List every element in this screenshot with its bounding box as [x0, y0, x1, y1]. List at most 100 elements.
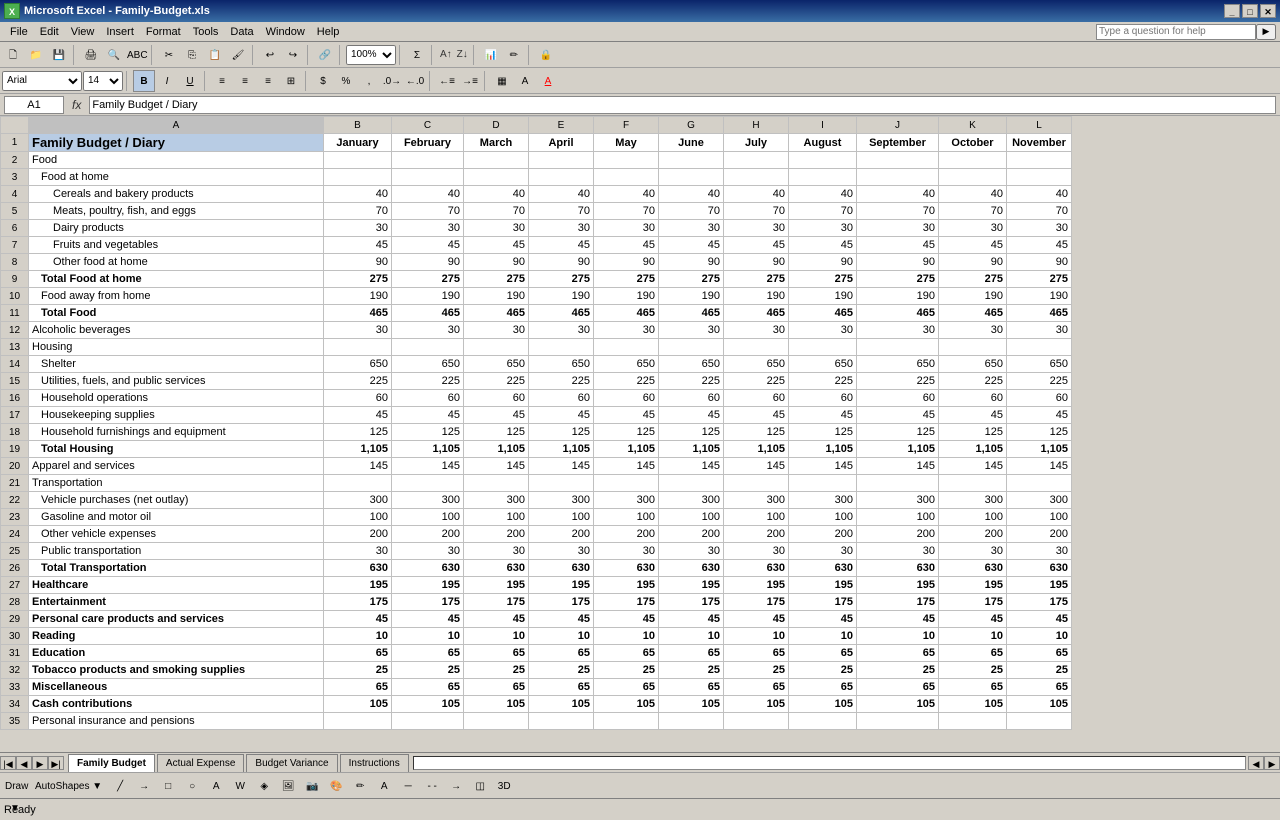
cell-e28[interactable]: 175 [529, 594, 594, 611]
cell-g24[interactable]: 200 [659, 526, 724, 543]
cell-h8[interactable]: 90 [724, 254, 789, 271]
cell-c21[interactable] [392, 475, 464, 492]
cell-j4[interactable]: 40 [857, 186, 939, 203]
col-header-g[interactable]: G [659, 117, 724, 134]
cell-h18[interactable]: 125 [724, 424, 789, 441]
cell-h12[interactable]: 30 [724, 322, 789, 339]
cell-f31[interactable]: 65 [594, 645, 659, 662]
cell-i17[interactable]: 45 [789, 407, 857, 424]
cell-l28[interactable]: 175 [1007, 594, 1072, 611]
cell-h30[interactable]: 10 [724, 628, 789, 645]
cell-j8[interactable]: 90 [857, 254, 939, 271]
tab-instructions[interactable]: Instructions [340, 754, 409, 772]
cell-e21[interactable] [529, 475, 594, 492]
cell-a28[interactable]: Entertainment [29, 594, 324, 611]
cell-j17[interactable]: 45 [857, 407, 939, 424]
cell-g6[interactable]: 30 [659, 220, 724, 237]
cell-a34[interactable]: Cash contributions [29, 696, 324, 713]
cell-l9[interactable]: 275 [1007, 271, 1072, 288]
cell-g10[interactable]: 190 [659, 288, 724, 305]
cell-i1[interactable]: August [789, 134, 857, 152]
cell-b1[interactable]: January [324, 134, 392, 152]
menu-data[interactable]: Data [224, 24, 259, 40]
cell-i2[interactable] [789, 152, 857, 169]
cell-e10[interactable]: 190 [529, 288, 594, 305]
cell-i20[interactable]: 145 [789, 458, 857, 475]
cell-l24[interactable]: 200 [1007, 526, 1072, 543]
cell-l30[interactable]: 10 [1007, 628, 1072, 645]
merge-center-button[interactable]: ⊞ [280, 70, 302, 92]
cell-b3[interactable] [324, 169, 392, 186]
cell-f12[interactable]: 30 [594, 322, 659, 339]
italic-button[interactable]: I [156, 70, 178, 92]
cell-h9[interactable]: 275 [724, 271, 789, 288]
cell-c6[interactable]: 30 [392, 220, 464, 237]
cell-e23[interactable]: 100 [529, 509, 594, 526]
col-header-j[interactable]: J [857, 117, 939, 134]
cell-k4[interactable]: 40 [939, 186, 1007, 203]
cell-e25[interactable]: 30 [529, 543, 594, 560]
cell-a30[interactable]: Reading [29, 628, 324, 645]
cell-g4[interactable]: 40 [659, 186, 724, 203]
cell-j23[interactable]: 100 [857, 509, 939, 526]
cell-j29[interactable]: 45 [857, 611, 939, 628]
menu-window[interactable]: Window [260, 24, 311, 40]
cell-h2[interactable] [724, 152, 789, 169]
cell-c22[interactable]: 300 [392, 492, 464, 509]
cell-g16[interactable]: 60 [659, 390, 724, 407]
cell-g27[interactable]: 195 [659, 577, 724, 594]
row-header-27[interactable]: 27 [1, 577, 29, 594]
dash-style-button[interactable]: - - [421, 775, 443, 797]
align-right-button[interactable]: ≡ [257, 70, 279, 92]
cell-h13[interactable] [724, 339, 789, 356]
increase-decimal-button[interactable]: .0→ [381, 70, 403, 92]
cell-b31[interactable]: 65 [324, 645, 392, 662]
cell-l3[interactable] [1007, 169, 1072, 186]
cell-d33[interactable]: 65 [464, 679, 529, 696]
cell-e22[interactable]: 300 [529, 492, 594, 509]
cell-j22[interactable]: 300 [857, 492, 939, 509]
cell-j31[interactable]: 65 [857, 645, 939, 662]
cell-d31[interactable]: 65 [464, 645, 529, 662]
cell-b27[interactable]: 195 [324, 577, 392, 594]
bold-button[interactable]: B [133, 70, 155, 92]
cell-a10[interactable]: Food away from home [29, 288, 324, 305]
cell-i9[interactable]: 275 [789, 271, 857, 288]
format-painter-button[interactable]: 🖌 [227, 44, 249, 66]
cell-k34[interactable]: 105 [939, 696, 1007, 713]
cell-c27[interactable]: 195 [392, 577, 464, 594]
cell-g22[interactable]: 300 [659, 492, 724, 509]
cell-l17[interactable]: 45 [1007, 407, 1072, 424]
copy-button[interactable]: ⎘ [181, 44, 203, 66]
cell-h5[interactable]: 70 [724, 203, 789, 220]
line-style-button[interactable]: ─ [397, 775, 419, 797]
drawing-button[interactable]: ✏ [503, 44, 525, 66]
col-header-f[interactable]: F [594, 117, 659, 134]
row-header-23[interactable]: 23 [1, 509, 29, 526]
cell-h17[interactable]: 45 [724, 407, 789, 424]
cell-b32[interactable]: 25 [324, 662, 392, 679]
cell-f20[interactable]: 145 [594, 458, 659, 475]
row-header-1[interactable]: 1 [1, 134, 29, 152]
cell-e30[interactable]: 10 [529, 628, 594, 645]
tab-budget-variance[interactable]: Budget Variance [246, 754, 337, 772]
cell-d24[interactable]: 200 [464, 526, 529, 543]
cell-b15[interactable]: 225 [324, 373, 392, 390]
cell-d8[interactable]: 90 [464, 254, 529, 271]
cell-f14[interactable]: 650 [594, 356, 659, 373]
cell-j28[interactable]: 175 [857, 594, 939, 611]
cell-h28[interactable]: 175 [724, 594, 789, 611]
cell-d14[interactable]: 650 [464, 356, 529, 373]
cell-b28[interactable]: 175 [324, 594, 392, 611]
cell-b35[interactable] [324, 713, 392, 730]
cell-f10[interactable]: 190 [594, 288, 659, 305]
save-button[interactable]: 💾 [48, 44, 70, 66]
cell-e1[interactable]: April [529, 134, 594, 152]
cell-k21[interactable] [939, 475, 1007, 492]
cell-e8[interactable]: 90 [529, 254, 594, 271]
shadow-button[interactable]: ◫ [469, 775, 491, 797]
cell-g28[interactable]: 175 [659, 594, 724, 611]
cell-i22[interactable]: 300 [789, 492, 857, 509]
cell-b21[interactable] [324, 475, 392, 492]
col-header-b[interactable]: B [324, 117, 392, 134]
